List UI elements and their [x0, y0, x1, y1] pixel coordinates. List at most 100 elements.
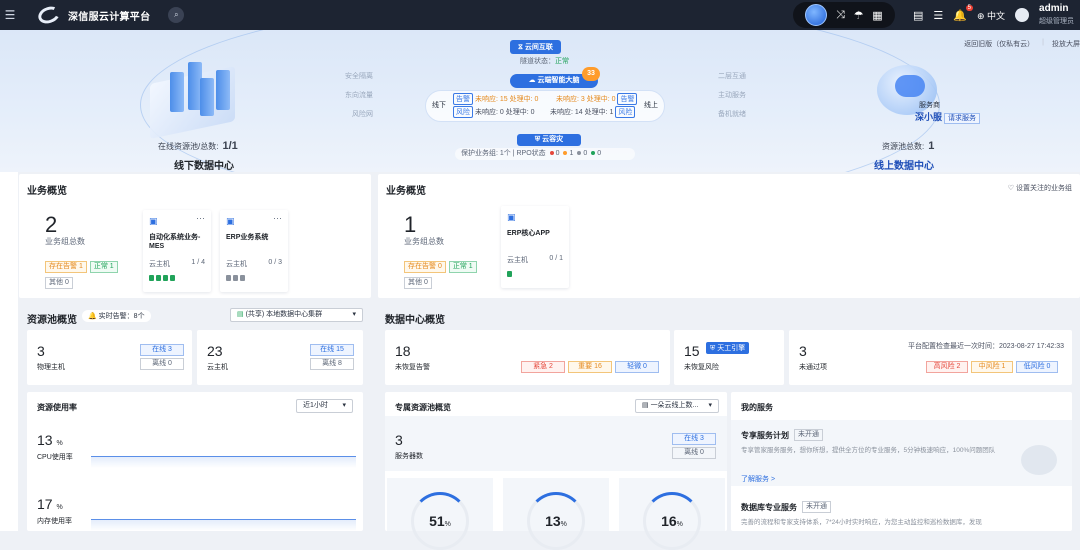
business-name: ERP核心APP: [507, 230, 550, 237]
document-icon[interactable]: ☰: [933, 9, 943, 22]
pool-total-metric: 资源池总数: 1: [882, 140, 934, 152]
vm-status-square: [156, 275, 161, 281]
remote-icon[interactable]: ▦: [872, 9, 882, 22]
offline-risk-text: 未响应: 0 处理中: 0: [475, 109, 535, 116]
unresolved-alarms-card[interactable]: 18 未恢复告警 紧急 2 重要 16 轻微 0: [385, 330, 670, 385]
usage-title: 资源使用率: [37, 403, 77, 412]
service-name: 数据库专业服务: [741, 503, 797, 512]
request-service-button[interactable]: 请求服务: [943, 113, 980, 124]
lamp-icon[interactable]: ☂: [854, 9, 864, 22]
cpu-gauge: 51%: [411, 492, 469, 550]
disaster-recovery-title[interactable]: ⛨ 云容灾: [517, 134, 581, 146]
vm-online-tag: 在线 15: [310, 344, 354, 356]
chevron-down-icon: ▾: [708, 402, 712, 409]
online-alarm-stat[interactable]: 未响应: 3 处理中: 0 告警: [556, 93, 639, 105]
high-risk-tag[interactable]: 高风险 2: [926, 361, 968, 373]
avatar[interactable]: [1015, 8, 1030, 22]
gauge-unit: %: [560, 521, 567, 528]
more-icon[interactable]: ···: [273, 213, 282, 223]
online-risk-stat[interactable]: 未响应: 14 处理中: 1 风险: [550, 106, 637, 118]
big-screen-link[interactable]: 投放大屏: [1052, 39, 1080, 49]
mid-risk-tag[interactable]: 中风险 1: [971, 361, 1013, 373]
vm-card[interactable]: 23 云主机 在线 15 离线 8: [197, 330, 363, 385]
cluster-select[interactable]: ▤ (共享) 本地数据中心集群 ▾: [230, 308, 363, 322]
chevron-down-icon: ▾: [342, 402, 346, 409]
search-icon[interactable]: ⌕: [168, 7, 185, 23]
online-dc-title[interactable]: 线上数据中心: [855, 157, 953, 172]
link-status-value: 正常: [555, 58, 569, 65]
old-version-link[interactable]: 返回旧版（仅私有云）: [964, 39, 1034, 49]
status-tag-other[interactable]: 其他 0: [404, 277, 432, 289]
failed-checks-card[interactable]: 3 未通过项 平台配置检查最近一次时间：2023-08-27 17:42:33 …: [789, 330, 1072, 385]
offline-risk-stat[interactable]: 风险 未响应: 0 处理中: 0: [453, 106, 535, 118]
server-stat-block[interactable]: 3 服务器数 在线 3 离线 0: [385, 416, 727, 471]
vm-status-square: [226, 275, 231, 281]
service-provider: 服务商 深小服 请求服务: [915, 100, 980, 124]
business-icon: ▣: [149, 216, 158, 226]
storage-gauge: 16%: [643, 492, 701, 550]
vm-status-square: [507, 271, 512, 277]
resource-pool-title: 资源池概览: [27, 315, 77, 326]
physical-offline-tag: 离线 0: [140, 358, 184, 370]
physical-host-card[interactable]: 3 物理主机 在线 3 离线 0: [27, 330, 192, 385]
status-tag-normal[interactable]: 正常 1: [448, 261, 477, 273]
menu-icon[interactable]: ☰: [0, 0, 20, 30]
rpo-gray: 0: [583, 150, 588, 157]
bell-icon[interactable]: 🔔 5: [953, 4, 973, 22]
user-menu[interactable]: admin 超级管理员: [1039, 3, 1074, 26]
shuffle-icon[interactable]: ⤨: [836, 9, 845, 22]
user-name: admin: [1039, 3, 1069, 15]
online-pool-metric: 在线资源池/总数: 1/1: [158, 140, 238, 152]
urgent-tag[interactable]: 紧急 2: [521, 361, 565, 373]
provider-name: 深小服: [915, 112, 943, 122]
vm-count: 1 / 4: [191, 259, 205, 266]
business-group-label: 业务组总数: [45, 237, 85, 246]
offline-alarm-stat[interactable]: 告警 未响应: 15 处理中: 0: [453, 93, 538, 105]
time-range-select[interactable]: 近1小时 ▾: [296, 399, 353, 413]
business-card-mes[interactable]: ▣ ··· 自动化系统业务-MES 云主机 1 / 4: [143, 210, 211, 292]
learn-more-link[interactable]: 了解服务 >: [741, 474, 775, 484]
dedicated-pool-select[interactable]: ▤ 一朵云线上数... ▾: [635, 399, 719, 413]
status-tag-alarm[interactable]: 存在告警 0: [404, 261, 446, 273]
storage-gauge-value: 16: [661, 513, 677, 529]
pool-total-label: 资源池总数:: [882, 142, 925, 151]
low-risk-tag[interactable]: 低风险 0: [1016, 361, 1058, 373]
server-label: 服务器数: [395, 453, 423, 460]
service-item[interactable]: 数据库专业服务 未开通 完善的流程和专家支持体系，7*24小时实时响应，为您主动…: [731, 492, 1072, 531]
business-status-tags: 存在告警 0 正常 1 其他 0: [404, 260, 504, 289]
chevron-down-icon: ▾: [352, 311, 356, 318]
mem-usage-line: [91, 519, 356, 520]
engine-badge-label: 天工引擎: [717, 345, 746, 352]
business-icon: ▣: [226, 216, 235, 226]
language-switch[interactable]: ⊕ 中文: [977, 9, 1005, 22]
business-card-erp[interactable]: ▣ ··· ERP业务系统 云主机 0 / 3: [220, 210, 288, 292]
risk-chip: 风险: [615, 106, 636, 118]
hybrid-cloud-topology: 返回旧版（仅私有云） | 投放大屏 在线资源池/总数: 1/1 线下数据中心 安全…: [0, 30, 1080, 172]
side-label: 备机就绪: [718, 111, 746, 118]
dedicated-pool-card: 专属资源池概览 ▤ 一朵云线上数... ▾ 3 服务器数 在线 3 离线 0 51…: [385, 392, 727, 550]
risk-chip: 风险: [453, 106, 473, 118]
service-status: 未开通: [794, 429, 823, 441]
protection-status: 保护业务组: 1个 | RPO状态 0 1 0 0: [455, 148, 635, 160]
gauge-panel: 51%: [387, 478, 493, 550]
unresolved-risks-card[interactable]: 15 ⛨ 天工引擎 未恢复风险: [674, 330, 784, 385]
service-illustration: [1021, 445, 1057, 475]
minor-tag[interactable]: 轻微 0: [615, 361, 659, 373]
tasks-icon[interactable]: ▤: [913, 9, 923, 22]
more-icon[interactable]: ···: [196, 213, 205, 223]
status-tag-other[interactable]: 其他 0: [45, 277, 73, 289]
follow-settings-link[interactable]: ♡ 设置关注的业务组: [1008, 183, 1072, 193]
cloud-link-title[interactable]: ⧖ 云间互联: [510, 40, 561, 54]
status-tag-normal[interactable]: 正常 1: [89, 261, 118, 273]
service-item[interactable]: 专享服务计划 未开通 专享管家服务服务，想你所想，提供全方位的专业服务，5分钟极…: [731, 420, 1072, 486]
rpo-red: 0: [555, 150, 560, 157]
offline-dc-title[interactable]: 线下数据中心: [155, 157, 253, 172]
business-card-erp-core[interactable]: ▣ ERP核心APP 云主机 0 / 1: [501, 206, 569, 288]
gauge-unit: %: [676, 521, 683, 528]
pool-total-value: 1: [928, 140, 935, 152]
important-tag[interactable]: 重要 16: [568, 361, 612, 373]
online-band-label: 线上: [644, 102, 658, 109]
status-tag-alarm[interactable]: 存在告警 1: [45, 261, 87, 273]
realtime-alarm-pill[interactable]: 🔔 实时告警：8个: [82, 310, 151, 322]
assistant-icon[interactable]: [805, 4, 828, 26]
